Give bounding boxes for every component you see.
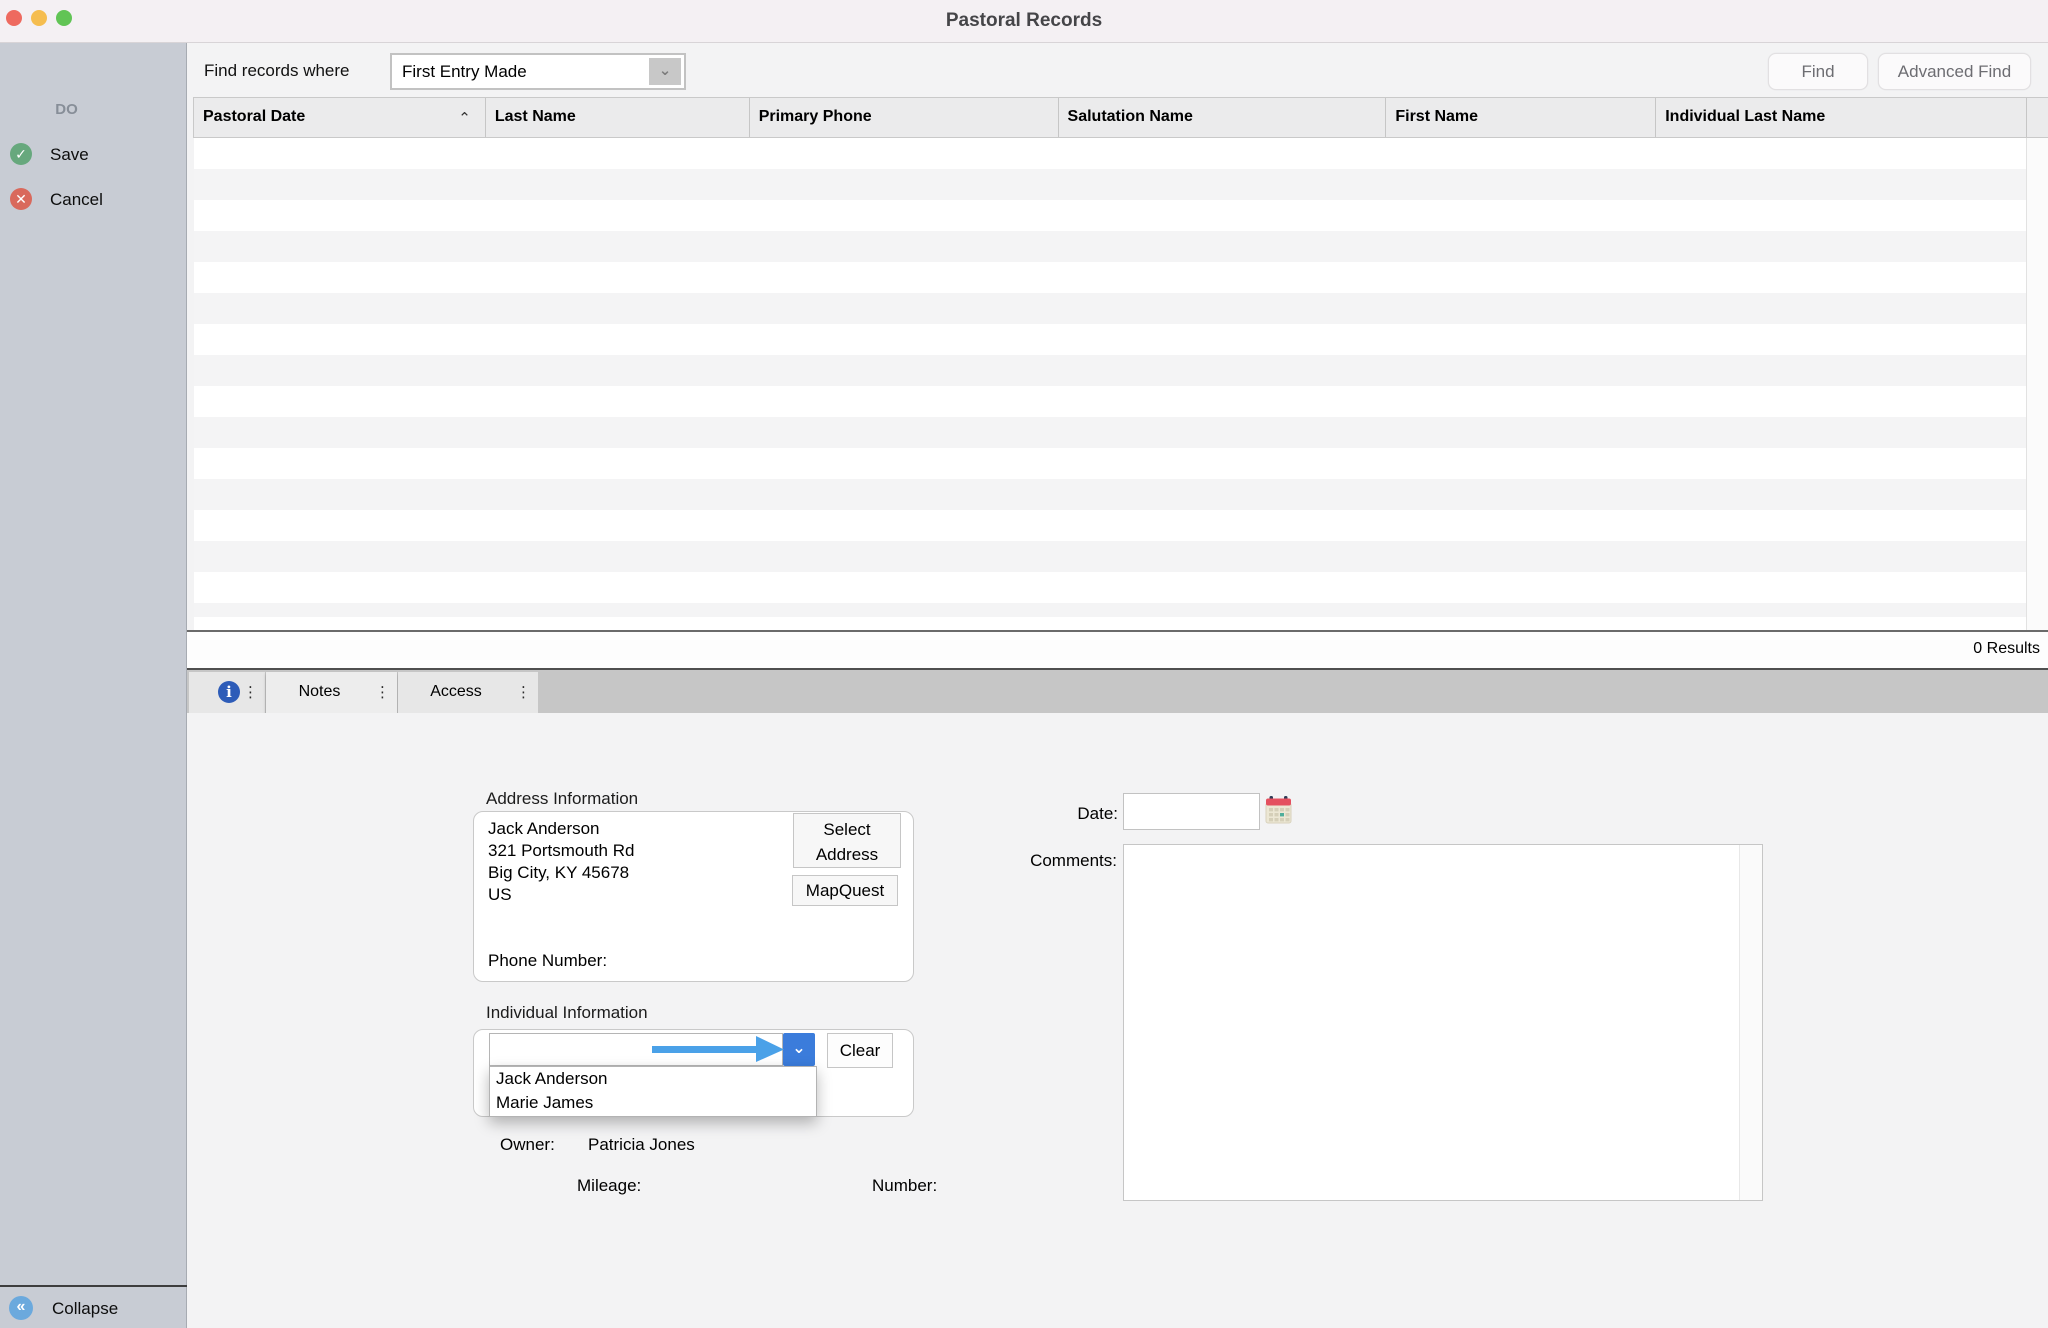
select-address-label-line: Address xyxy=(794,842,900,867)
address-line: 321 Portsmouth Rd xyxy=(488,840,634,862)
select-address-button[interactable]: Select Address xyxy=(793,813,901,868)
save-check-icon: ✓ xyxy=(10,143,32,165)
comments-scrollbar-track[interactable] xyxy=(1739,845,1762,1200)
save-button[interactable]: ✓ Save xyxy=(0,143,187,173)
tab-access-label: Access xyxy=(398,683,514,701)
table-header-scrollbar-gutter xyxy=(2026,98,2048,137)
collapse-chevrons-icon: « xyxy=(9,1296,33,1320)
tab-grip-dots-icon[interactable]: ⋮ xyxy=(243,683,258,701)
column-header-pastoral-date[interactable]: Pastoral Date ⌃ xyxy=(194,98,485,137)
save-button-label: Save xyxy=(50,145,89,165)
column-header-first-name[interactable]: First Name xyxy=(1385,98,1655,137)
tab-notes[interactable]: Notes ⋮ xyxy=(266,672,397,719)
individual-information-label: Individual Information xyxy=(486,1003,648,1023)
sidebar: DO ✓ Save ✕ Cancel « Collapse xyxy=(0,43,187,1328)
column-header-salutation-name[interactable]: Salutation Name xyxy=(1058,98,1386,137)
column-header-individual-last-name[interactable]: Individual Last Name xyxy=(1655,98,2026,137)
title-bar: Pastoral Records xyxy=(0,0,2048,43)
sidebar-section-header: DO xyxy=(0,101,133,118)
dropdown-option-marie-james[interactable]: Marie James xyxy=(490,1091,816,1115)
individual-dropdown-list: Jack Anderson Marie James xyxy=(489,1066,817,1117)
mapquest-button[interactable]: MapQuest xyxy=(792,875,898,906)
info-icon: i xyxy=(218,681,240,703)
select-address-label-line: Select xyxy=(794,817,900,842)
chevron-down-icon: ⌄ xyxy=(792,1040,805,1057)
find-records-where-label: Find records where xyxy=(204,61,350,81)
address-line: Jack Anderson xyxy=(488,818,634,840)
calendar-icon[interactable] xyxy=(1265,795,1294,825)
column-header-last-name[interactable]: Last Name xyxy=(485,98,749,137)
table-header-row: Pastoral Date ⌃ Last Name Primary Phone … xyxy=(193,97,2048,138)
detail-tab-bar: i ⋮ Notes ⋮ Access ⋮ xyxy=(187,668,2048,713)
collapse-button-label: Collapse xyxy=(52,1299,118,1319)
advanced-find-button[interactable]: Advanced Find xyxy=(1878,53,2031,90)
cancel-button-label: Cancel xyxy=(50,190,103,210)
chevron-down-icon[interactable]: ⌄ xyxy=(649,58,681,85)
results-table-body[interactable] xyxy=(194,138,2026,630)
app-window: Pastoral Records DO ✓ Save ✕ Cancel « Co… xyxy=(0,0,2048,1328)
results-status-bar: 0 Results xyxy=(187,632,2048,668)
address-line: Big City, KY 45678 xyxy=(488,862,634,884)
tab-notes-label: Notes xyxy=(266,683,373,701)
mileage-label: Mileage: xyxy=(577,1176,641,1196)
find-field-dropdown-value: First Entry Made xyxy=(402,62,527,82)
tab-grip-dots-icon[interactable]: ⋮ xyxy=(516,683,531,701)
owner-label: Owner: xyxy=(500,1135,555,1155)
address-line: US xyxy=(488,884,634,906)
address-text: Jack Anderson 321 Portsmouth Rd Big City… xyxy=(488,818,634,906)
tab-grip-dots-icon[interactable]: ⋮ xyxy=(375,683,390,701)
find-field-dropdown[interactable]: First Entry Made ⌄ xyxy=(390,53,686,90)
window-title: Pastoral Records xyxy=(0,10,2048,32)
dropdown-option-jack-anderson[interactable]: Jack Anderson xyxy=(490,1067,816,1091)
sort-ascending-icon[interactable]: ⌃ xyxy=(458,109,471,127)
results-count: 0 Results xyxy=(1973,640,2040,658)
date-label: Date: xyxy=(1040,804,1118,824)
column-header-primary-phone[interactable]: Primary Phone xyxy=(749,98,1058,137)
sidebar-divider xyxy=(0,1285,187,1287)
cancel-button[interactable]: ✕ Cancel xyxy=(0,188,187,218)
cancel-x-icon: ✕ xyxy=(10,188,32,210)
number-label: Number: xyxy=(872,1176,937,1196)
annotation-arrow-icon xyxy=(648,1035,788,1063)
phone-number-label: Phone Number: xyxy=(488,951,607,971)
clear-button[interactable]: Clear xyxy=(827,1033,893,1068)
table-scrollbar-track[interactable] xyxy=(2026,138,2048,630)
tab-info[interactable]: i ⋮ xyxy=(189,672,265,715)
results-table-body-end xyxy=(194,617,2026,630)
comments-textarea[interactable] xyxy=(1123,844,1763,1201)
owner-value: Patricia Jones xyxy=(588,1135,695,1155)
date-input[interactable] xyxy=(1123,793,1260,830)
find-button[interactable]: Find xyxy=(1768,53,1868,90)
comments-label: Comments: xyxy=(995,851,1117,871)
collapse-button[interactable]: « Collapse xyxy=(0,1296,187,1326)
column-header-label: Pastoral Date xyxy=(203,108,305,125)
address-information-label: Address Information xyxy=(486,789,638,809)
tab-access[interactable]: Access ⋮ xyxy=(398,672,538,715)
